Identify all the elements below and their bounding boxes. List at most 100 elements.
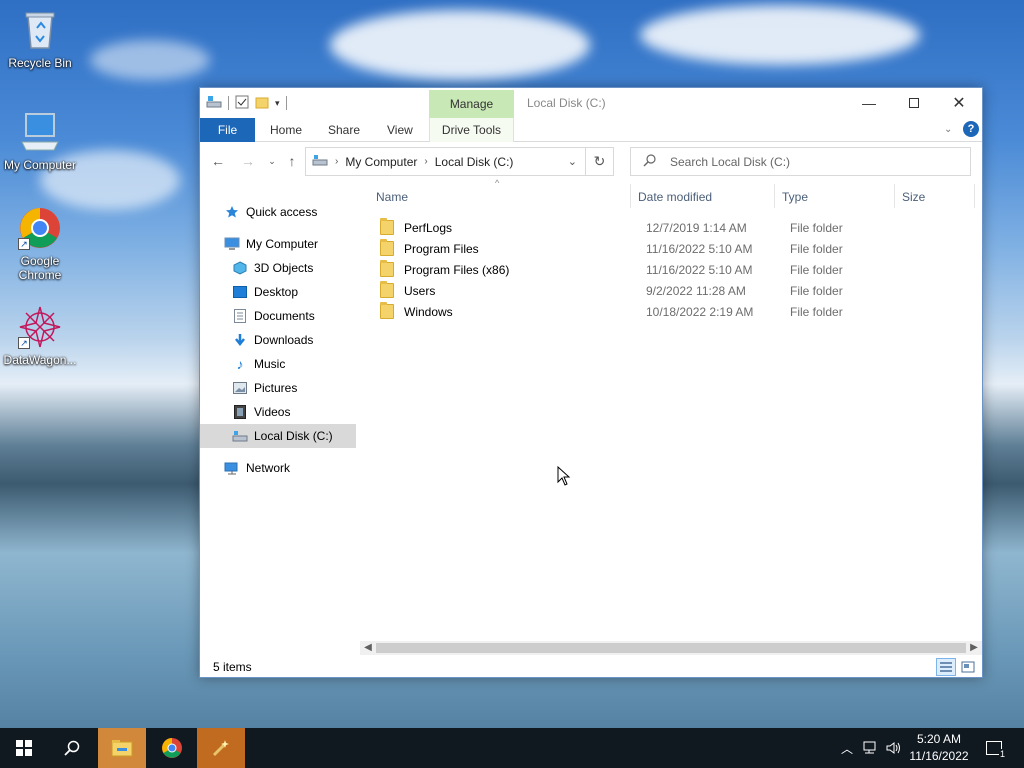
datawagon-icon: ↗ (18, 305, 62, 349)
arrow-up-icon: ↑ (288, 153, 296, 169)
desktop-icon-label: Recycle Bin (8, 56, 72, 70)
new-folder-icon[interactable] (255, 95, 269, 112)
folder-icon (380, 302, 394, 319)
file-name: Program Files (404, 242, 479, 256)
manage-tab[interactable]: Manage (429, 90, 514, 118)
customize-toolbar-icon[interactable]: ▾ (275, 98, 280, 109)
table-row[interactable]: Windows 10/18/2022 2:19 AM File folder (376, 302, 976, 323)
column-header-type[interactable]: Type (782, 190, 808, 206)
search-button[interactable] (48, 728, 96, 768)
minimize-button[interactable]: — (846, 88, 892, 118)
recycle-bin-icon (18, 8, 62, 52)
column-header-size[interactable]: Size (902, 190, 925, 206)
nav-item-pictures[interactable]: Pictures (200, 376, 356, 400)
file-date: 11/16/2022 5:10 AM (646, 242, 753, 256)
horizontal-scrollbar[interactable]: ◀ ▶ (360, 641, 982, 655)
folder-icon (380, 239, 394, 256)
drive-icon[interactable] (206, 95, 222, 112)
maximize-button[interactable] (891, 88, 937, 118)
taskbar-chrome[interactable] (148, 728, 196, 768)
help-icon[interactable]: ? (963, 121, 979, 137)
file-name: Users (404, 284, 436, 298)
start-button[interactable] (0, 728, 48, 768)
nav-item-documents[interactable]: Documents (200, 304, 356, 328)
show-hidden-icons-button[interactable]: ︿ (838, 728, 856, 768)
desktop-icon-my-computer[interactable]: My Computer (0, 110, 80, 172)
shortcut-arrow-icon: ↗ (18, 238, 30, 250)
nav-item-desktop[interactable]: Desktop (200, 280, 356, 304)
scroll-right-icon[interactable]: ▶ (966, 641, 982, 655)
breadcrumb-my-computer[interactable]: My Computer (345, 155, 417, 169)
nav-item-quick-access[interactable]: Quick access (200, 200, 356, 224)
nav-item-local-disk[interactable]: Local Disk (C:) (200, 424, 356, 448)
nav-label: Downloads (254, 333, 314, 347)
taskbar-file-explorer[interactable] (98, 728, 146, 768)
desktop-icon-recycle-bin[interactable]: Recycle Bin (0, 8, 80, 70)
wallpaper-cloud (90, 40, 210, 80)
breadcrumb-local-disk[interactable]: Local Disk (C:) (435, 155, 514, 169)
refresh-button[interactable]: ↻ (586, 147, 614, 176)
tab-home[interactable]: Home (270, 118, 302, 142)
file-type: File folder (790, 242, 843, 256)
expand-ribbon-icon[interactable]: ⌄ (944, 118, 952, 142)
address-bar[interactable]: › My Computer › Local Disk (C:) ⌄ (305, 147, 586, 176)
nav-item-network[interactable]: Network (200, 456, 356, 480)
table-row[interactable]: Program Files 11/16/2022 5:10 AM File fo… (376, 239, 976, 260)
folder-icon (380, 218, 394, 235)
title-bar: ▾ Manage Local Disk (C:) — ✕ (200, 88, 982, 118)
large-icons-view-button[interactable] (958, 658, 978, 676)
details-view-button[interactable] (936, 658, 956, 676)
scroll-left-icon[interactable]: ◀ (360, 641, 376, 655)
column-header-name[interactable]: Name (376, 190, 408, 206)
properties-icon[interactable] (235, 95, 249, 112)
up-button[interactable]: ↑ (282, 151, 302, 171)
back-button[interactable]: ← (208, 151, 228, 171)
search-placeholder: Search Local Disk (C:) (670, 154, 791, 169)
chrome-icon (162, 738, 182, 758)
recent-locations-button[interactable]: ⌄ (262, 151, 282, 171)
volume-icon (886, 742, 900, 754)
breadcrumb-separator-icon[interactable]: › (335, 156, 338, 167)
taskbar-clock[interactable]: 5:20 AM 11/16/2022 (905, 731, 973, 765)
nav-item-my-computer[interactable]: My Computer (200, 232, 356, 256)
nav-label: Documents (254, 309, 315, 323)
table-row[interactable]: PerfLogs 12/7/2019 1:14 AM File folder (376, 218, 976, 239)
scrollbar-thumb[interactable] (376, 643, 966, 653)
network-icon (224, 460, 240, 476)
tab-view[interactable]: View (387, 118, 413, 142)
tab-file[interactable]: File (200, 118, 255, 142)
column-divider[interactable] (774, 184, 775, 208)
nav-item-music[interactable]: ♪ Music (200, 352, 356, 376)
nav-label: Local Disk (C:) (254, 429, 333, 443)
window-title: Local Disk (C:) (527, 96, 606, 110)
close-icon: ✕ (952, 95, 966, 112)
nav-item-downloads[interactable]: Downloads (200, 328, 356, 352)
column-divider[interactable] (894, 184, 895, 208)
navigation-bar: ← → ⌄ ↑ › My Computer › Local Disk (C:) … (200, 143, 982, 179)
desktop-icon-datawagon[interactable]: ↗ DataWagon... (0, 305, 80, 367)
column-header-date[interactable]: Date modified (638, 190, 712, 206)
table-row[interactable]: Program Files (x86) 11/16/2022 5:10 AM F… (376, 260, 976, 281)
forward-button[interactable]: → (238, 151, 258, 171)
tab-drive-tools[interactable]: Drive Tools (429, 118, 514, 142)
taskbar-magic-wand-app[interactable] (197, 728, 245, 768)
breadcrumb-separator-icon[interactable]: › (424, 156, 427, 167)
nav-item-videos[interactable]: Videos (200, 400, 356, 424)
file-name: Windows (404, 305, 453, 319)
action-center-button[interactable]: 1 (982, 728, 1006, 768)
address-dropdown-icon[interactable]: ⌄ (568, 155, 577, 168)
column-divider[interactable] (630, 184, 631, 208)
column-divider[interactable] (974, 184, 975, 208)
close-button[interactable]: ✕ (936, 88, 982, 118)
nav-item-3d-objects[interactable]: 3D Objects (200, 256, 356, 280)
details-view-icon (940, 662, 952, 672)
search-input[interactable]: Search Local Disk (C:) (630, 147, 971, 176)
download-arrow-icon (232, 332, 248, 348)
minimize-icon: — (862, 95, 876, 111)
table-row[interactable]: Users 9/2/2022 11:28 AM File folder (376, 281, 976, 302)
network-tray-button[interactable] (860, 728, 882, 768)
desktop-icon-google-chrome[interactable]: ↗ Google Chrome (0, 206, 80, 282)
tab-share[interactable]: Share (328, 118, 360, 142)
volume-tray-button[interactable] (884, 728, 904, 768)
wallpaper-cloud (330, 10, 590, 80)
